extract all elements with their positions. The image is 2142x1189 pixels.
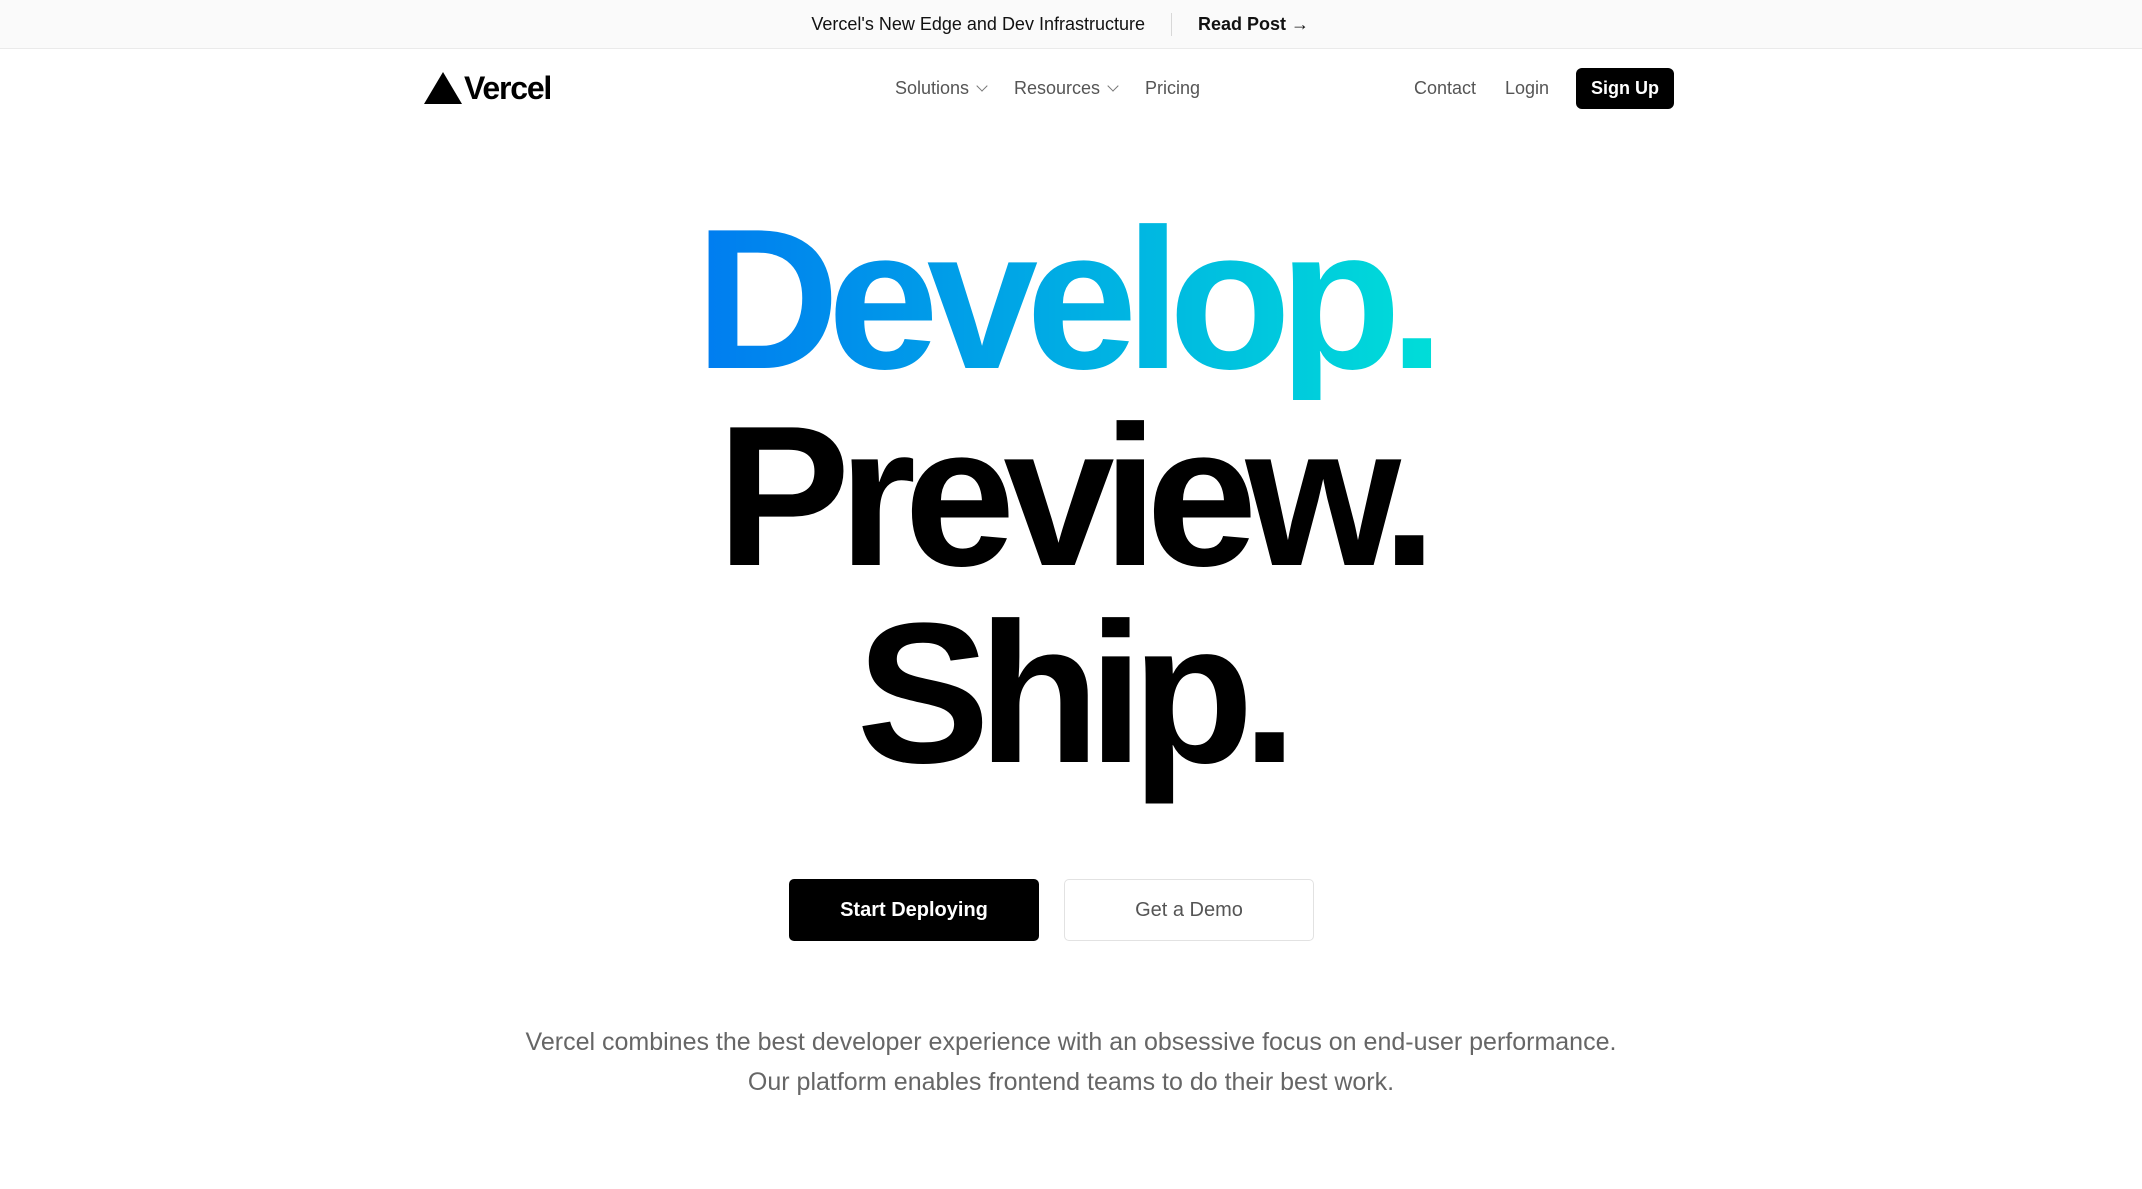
contact-label: Contact [1414,78,1477,98]
nav-solutions-label: Solutions [895,78,970,98]
chevron-down-icon [1107,79,1119,92]
login-link[interactable]: Login [1505,70,1549,106]
sign-up-button[interactable]: Sign Up [1576,68,1674,109]
nav-resources-label: Resources [1014,78,1101,98]
announcement-divider [1171,13,1172,36]
hero-line-develop: Develop. [0,200,2142,400]
contact-link[interactable]: Contact [1414,70,1476,106]
start-deploying-button[interactable]: Start Deploying [789,879,1039,941]
hero-develop-text: Develop. [695,200,1447,400]
announcement-bar: Vercel's New Edge and Dev Infrastructure… [0,0,2142,49]
nav-solutions[interactable]: Solutions [895,70,988,106]
brand-name: Vercel [464,69,552,106]
description-line-1: Vercel combines the best developer exper… [525,1028,1617,1056]
vercel-logo[interactable]: Vercel [424,68,552,108]
hero-line-preview: Preview. [0,397,2142,597]
announcement-text: Vercel's New Edge and Dev Infrastructure [811,14,1145,34]
login-label: Login [1505,78,1550,98]
hero-ship-text: Ship. [856,582,1298,805]
nav-pricing-label: Pricing [1145,78,1201,98]
read-post-link[interactable]: Read Post → [1198,0,1309,49]
nav-resources[interactable]: Resources [1014,70,1119,106]
get-a-demo-button[interactable]: Get a Demo [1064,879,1314,941]
triangle-logo-icon [424,72,462,104]
description-line-2: Our platform enables frontend teams to d… [747,1068,1395,1096]
hero-line-ship: Ship. [0,594,2142,794]
nav-pricing[interactable]: Pricing [1145,70,1200,106]
chevron-down-icon [976,79,988,92]
hero-preview-text: Preview. [716,385,1437,608]
